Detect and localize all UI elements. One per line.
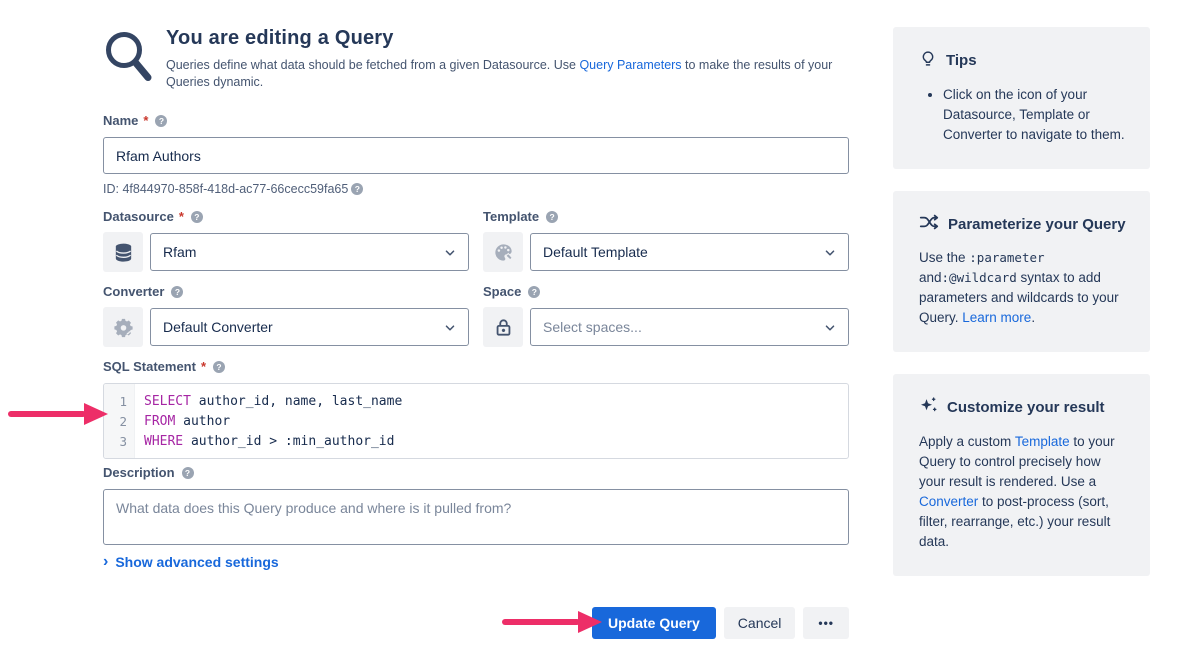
help-icon[interactable]: ?	[182, 467, 194, 479]
chevron-down-icon	[823, 246, 837, 263]
page-subtitle: Queries define what data should be fetch…	[166, 57, 849, 91]
template-select[interactable]: Default Template	[530, 233, 849, 271]
chevron-down-icon	[443, 321, 457, 338]
converter-select[interactable]: Default Converter	[150, 308, 469, 346]
page-header: You are editing a Query Queries define w…	[103, 27, 849, 91]
cancel-button[interactable]: Cancel	[724, 607, 796, 639]
show-advanced-settings-link[interactable]: › Show advanced settings	[103, 554, 279, 570]
parameterize-text: Use the :parameter and:@wildcard syntax …	[919, 248, 1126, 328]
datasource-field: Datasource*? Rfam	[103, 209, 469, 272]
name-label: Name*?	[103, 113, 849, 128]
name-section: Name*? ID: 4f844970-858f-418d-ac77-66cec…	[103, 113, 849, 196]
page-header-text: You are editing a Query Queries define w…	[166, 27, 849, 91]
parameterize-panel: Parameterize your Query Use the :paramet…	[893, 191, 1150, 352]
help-icon[interactable]: ?	[191, 211, 203, 223]
datasource-select[interactable]: Rfam	[150, 233, 469, 271]
learn-more-link[interactable]: Learn more	[962, 310, 1031, 325]
required-asterisk: *	[179, 209, 184, 224]
description-section: Description?	[103, 465, 849, 545]
converter-link[interactable]: Converter	[919, 494, 978, 509]
query-parameters-link[interactable]: Query Parameters	[579, 58, 681, 72]
lightbulb-icon	[919, 49, 937, 72]
sidebar: Tips Click on the icon of your Datasourc…	[893, 27, 1150, 598]
parameter-code: :parameter	[969, 250, 1044, 265]
help-icon[interactable]: ?	[351, 183, 363, 195]
required-asterisk: *	[143, 113, 148, 128]
customize-title: Customize your result	[947, 399, 1105, 416]
help-icon[interactable]: ?	[171, 286, 183, 298]
help-icon[interactable]: ?	[155, 115, 167, 127]
space-field: Space? Select spaces...	[483, 284, 849, 347]
query-edit-page: You are editing a Query Queries define w…	[0, 0, 1182, 659]
template-label: Template?	[483, 209, 849, 224]
template-field: Template? Default Template	[483, 209, 849, 272]
help-icon[interactable]: ?	[528, 286, 540, 298]
lock-icon[interactable]	[483, 307, 523, 347]
help-icon[interactable]: ?	[213, 361, 225, 373]
wildcard-code: :@wildcard	[942, 270, 1017, 285]
converter-field: Converter? Default Converter	[103, 284, 469, 347]
name-input[interactable]	[103, 137, 849, 174]
chevron-right-icon: ›	[103, 555, 108, 569]
update-query-button[interactable]: Update Query	[592, 607, 716, 639]
tips-panel: Tips Click on the icon of your Datasourc…	[893, 27, 1150, 169]
customize-text: Apply a custom Template to your Query to…	[919, 432, 1126, 552]
customize-panel: Customize your result Apply a custom Tem…	[893, 374, 1150, 576]
subtitle-text: Queries define what data should be fetch…	[166, 58, 579, 72]
advanced-settings-label: Show advanced settings	[115, 554, 278, 570]
database-icon[interactable]	[103, 232, 143, 272]
sql-section: SQL Statement*? 1 2 3 SELECT author_id, …	[103, 359, 849, 459]
datasource-template-row: Datasource*? Rfam	[103, 209, 849, 272]
sql-line: WHERE author_id > :min_author_id	[144, 432, 848, 452]
tips-title: Tips	[946, 52, 977, 69]
query-id: ID: 4f844970-858f-418d-ac77-66cecc59fa65…	[103, 182, 849, 196]
annotation-arrow-update-button	[502, 611, 602, 633]
sql-line-numbers: 1 2 3	[104, 384, 135, 458]
help-icon[interactable]: ?	[546, 211, 558, 223]
tips-list: Click on the icon of your Datasource, Te…	[919, 85, 1126, 145]
sql-label: SQL Statement*?	[103, 359, 849, 374]
description-textarea[interactable]	[103, 489, 849, 545]
form-actions: Update Query Cancel •••	[103, 607, 849, 639]
sparkles-icon	[919, 396, 938, 419]
template-link[interactable]: Template	[1015, 434, 1070, 449]
template-selected-value: Default Template	[543, 244, 648, 260]
tip-item: Click on the icon of your Datasource, Te…	[943, 85, 1126, 145]
chevron-down-icon	[823, 321, 837, 338]
space-placeholder: Select spaces...	[543, 319, 642, 335]
palette-icon[interactable]	[483, 232, 523, 272]
sql-code-editor[interactable]: 1 2 3 SELECT author_id, name, last_name …	[103, 383, 849, 459]
converter-label: Converter?	[103, 284, 469, 299]
more-actions-button[interactable]: •••	[803, 607, 849, 639]
datasource-selected-value: Rfam	[163, 244, 196, 260]
chevron-down-icon	[443, 246, 457, 263]
page-title: You are editing a Query	[166, 27, 849, 50]
converter-space-row: Converter? Default Converter	[103, 284, 849, 347]
annotation-arrow-sql	[8, 403, 108, 425]
sql-line: SELECT author_id, name, last_name	[144, 392, 848, 412]
converter-selected-value: Default Converter	[163, 319, 273, 335]
sql-line: FROM author	[144, 412, 848, 432]
space-label: Space?	[483, 284, 849, 299]
sql-code-lines: SELECT author_id, name, last_name FROM a…	[135, 384, 848, 452]
datasource-label: Datasource*?	[103, 209, 469, 224]
description-label: Description?	[103, 465, 849, 480]
space-select[interactable]: Select spaces...	[530, 308, 849, 346]
required-asterisk: *	[201, 359, 206, 374]
shuffle-icon	[919, 213, 939, 235]
magnifier-icon	[103, 27, 159, 91]
gear-icon[interactable]	[103, 307, 143, 347]
parameterize-title: Parameterize your Query	[948, 216, 1126, 233]
